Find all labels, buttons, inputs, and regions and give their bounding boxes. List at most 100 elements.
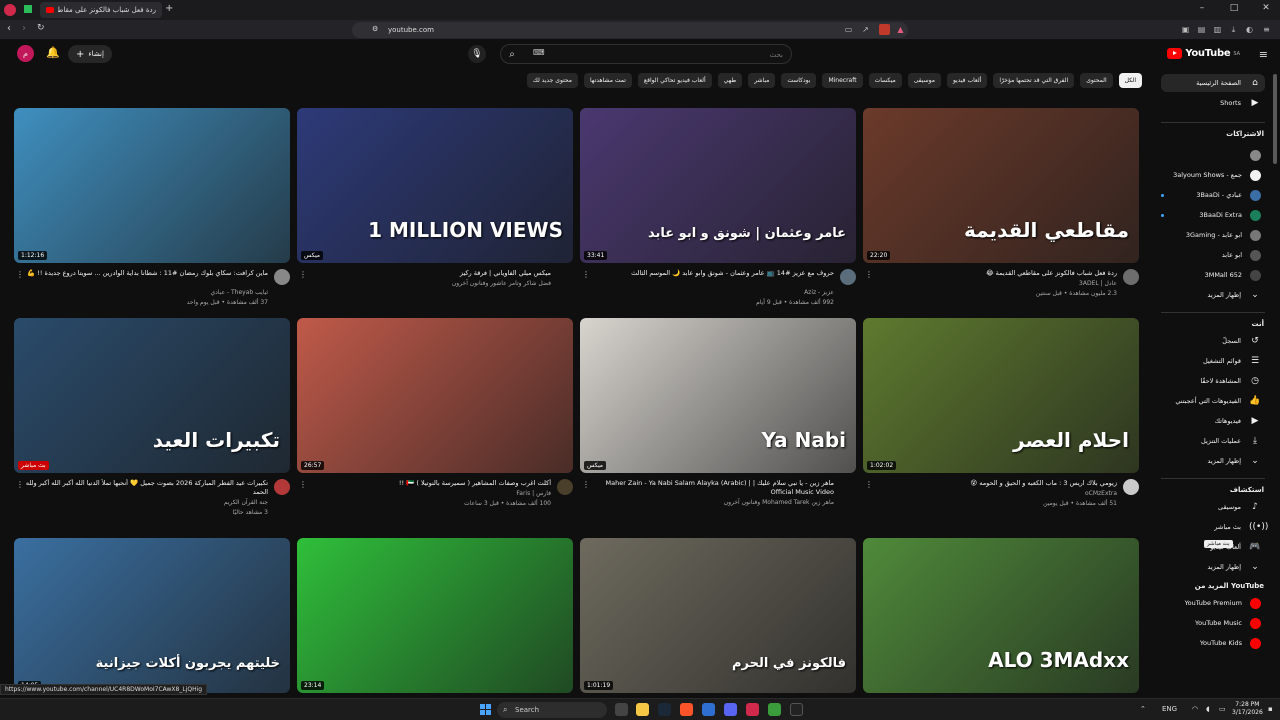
more-item-0[interactable]: YouTube Premium (1161, 594, 1265, 612)
video-thumbnail[interactable]: عامر وعثمان | شونق و ابو عابد 33:41 (580, 108, 856, 263)
chip-0[interactable]: الكل (1118, 73, 1142, 88)
video-title[interactable]: تكبيرات عيد الفطر المباركة 2026 بصوت جمي… (23, 479, 268, 497)
you-item-4[interactable]: ▶ فيديوهاتك (1161, 412, 1265, 430)
video-channel[interactable]: ماهر زين Mohamed Tarek وفنانون آخرون (589, 499, 834, 506)
address-bar[interactable]: ⚙ youtube.com (352, 22, 908, 38)
chip-2[interactable]: الفرق التي قد تحتمها مؤخرًا (993, 73, 1075, 88)
video-thumbnail[interactable]: خليتهم يجربون أكلات جيزانية14:05 (14, 538, 290, 693)
video-channel[interactable]: فضل شاكر وتامر عاشور وفنانون آخرون (306, 280, 551, 287)
channel-avatar[interactable] (1123, 269, 1139, 285)
menu-hamburger-icon[interactable]: ≡ (1259, 48, 1268, 61)
subscription-item-3[interactable]: 3BaaDi Extra (1161, 206, 1265, 224)
wallet-icon[interactable]: ▣ (1180, 24, 1191, 35)
video-title[interactable]: حروف مع عزيز #14 📺 عامر وعثمان - شونق وا… (589, 269, 834, 278)
extensions-icon[interactable]: ▥ (1212, 24, 1223, 35)
youtube-logo[interactable]: YouTube SA (1167, 48, 1240, 59)
new-tab-button[interactable]: + (165, 3, 173, 14)
battery-icon[interactable]: ▭ (1219, 705, 1226, 713)
scrollbar-thumb[interactable] (1273, 74, 1277, 164)
more-item-1[interactable]: YouTube Music (1161, 614, 1265, 632)
chip-12[interactable]: محتوى جديد لك (526, 73, 578, 88)
video-thumbnail[interactable]: 26:57 (297, 318, 573, 473)
app-icon[interactable] (790, 703, 803, 716)
video-channel[interactable]: جنة القرآن الكريم (23, 499, 268, 506)
chip-5[interactable]: ميكسات (868, 73, 902, 88)
explore-item-1[interactable]: ((•)) بث مباشر (1161, 518, 1268, 536)
video-title[interactable]: أكلت اغرب وصفات المشاهير ( سميرسة بالنوت… (306, 479, 551, 488)
aria-icon[interactable]: ▲ (895, 24, 906, 35)
you-heading[interactable]: أنت (1252, 320, 1264, 328)
notifications-bell-icon[interactable]: 🔔 (46, 46, 60, 59)
search-button[interactable]: ⌕ (500, 44, 524, 64)
video-title[interactable]: ماهر زين - يا نبي سلام عليك | Maher Zain… (589, 479, 834, 497)
you-item-3[interactable]: 👍 الفيديوهات التي أعجبتني (1161, 392, 1265, 410)
chip-11[interactable]: تمت مشاهدتها (583, 73, 632, 88)
wifi-icon[interactable]: ◠ (1192, 705, 1198, 713)
tray-chevron-icon[interactable]: ⌃ (1140, 705, 1146, 713)
chip-3[interactable]: ألعاب فيديو (946, 73, 988, 88)
more-options-icon[interactable]: ⋮ (299, 270, 307, 279)
video-thumbnail[interactable]: Ya Nabi ميكس (580, 318, 856, 473)
more-options-icon[interactable]: ⋮ (16, 270, 24, 279)
windows-start-icon[interactable] (480, 704, 491, 715)
chip-1[interactable]: المحتوى (1080, 73, 1113, 88)
sidebar-item-1[interactable]: ▶ Shorts (1161, 94, 1265, 112)
video-title[interactable]: ردة فعل شباب فالكونز على مقاطعي القديمة … (872, 269, 1117, 278)
chip-6[interactable]: Minecraft (822, 73, 863, 88)
chip-4[interactable]: موسيقى (907, 73, 941, 88)
sidebar-icon[interactable]: ▤ (1196, 24, 1207, 35)
subscription-item-4[interactable]: 3Gaming - ابو عابد (1161, 226, 1265, 244)
taskbar-search[interactable]: ⌕ Search (497, 702, 607, 718)
menu-icon[interactable]: ≡ (1261, 24, 1272, 35)
video-title[interactable]: ماين كرافت: سكاي بلوك رمضان #11 : شطانا … (23, 269, 268, 278)
avatar[interactable]: م (17, 45, 34, 62)
video-thumbnail[interactable]: ALO 3MAdxx (863, 538, 1139, 693)
search-input[interactable] (543, 49, 783, 61)
more-options-icon[interactable]: ⋮ (865, 480, 873, 489)
profile-icon[interactable]: ◐ (1244, 24, 1255, 35)
you-item-2[interactable]: ◷ المشاهدة لاحقًا (1161, 372, 1265, 390)
chip-10[interactable]: ألعاب فيديو تحاكي الواقع (637, 73, 712, 88)
you-show-more[interactable]: ⌄ إظهار المزيد (1161, 452, 1265, 470)
shield-icon[interactable] (879, 24, 890, 35)
channel-avatar[interactable] (274, 479, 290, 495)
more-options-icon[interactable]: ⋮ (582, 480, 590, 489)
subscription-item-2[interactable]: 3BaaDi - عبادي (1161, 186, 1265, 204)
video-channel[interactable]: فارس | Faris (306, 490, 551, 497)
channel-avatar[interactable] (274, 269, 290, 285)
opera-icon[interactable] (746, 703, 759, 716)
video-thumbnail[interactable]: 1 MILLION VIEWS ميكس (297, 108, 573, 263)
explore-show-more[interactable]: ⌄ إظهار المزيد (1161, 558, 1265, 576)
video-channel[interactable]: عزيز - Aziz (589, 289, 834, 296)
tab-youtube[interactable]: ردة فعل شباب فالكونز على مقاطعي ا (40, 2, 162, 18)
cast-icon[interactable]: ▭ (843, 24, 854, 35)
create-button[interactable]: + إنشاء (68, 45, 112, 63)
channel-avatar[interactable] (557, 479, 573, 495)
forward-icon[interactable]: › (22, 23, 26, 34)
video-title[interactable]: زيومي بلاك اريس 3 : ماب الكعبه و الحيق و… (872, 479, 1117, 488)
extension-icon[interactable] (24, 5, 32, 13)
more-options-icon[interactable]: ⋮ (16, 480, 24, 489)
you-item-1[interactable]: ☰ قوائم التشغيل (1161, 352, 1265, 370)
video-thumbnail[interactable]: 23:14 (297, 538, 573, 693)
maximize-button[interactable]: □ (1224, 3, 1244, 13)
back-icon[interactable]: ‹ (7, 23, 11, 34)
explore-item-0[interactable]: ♪ موسيقى (1161, 498, 1265, 516)
subscription-item-5[interactable]: ابو عابد (1161, 246, 1265, 264)
brave-icon[interactable] (680, 703, 693, 716)
share-icon[interactable]: ↗ (860, 24, 871, 35)
more-item-2[interactable]: YouTube Kids (1161, 634, 1265, 652)
video-thumbnail[interactable]: تكبيرات العيد بث مباشر (14, 318, 290, 473)
close-window-button[interactable]: ✕ (1256, 3, 1276, 13)
video-thumbnail[interactable]: 1:12:16 (14, 108, 290, 263)
subscription-item-6[interactable]: 3MMall 652 (1161, 266, 1265, 284)
chip-8[interactable]: مباشر (748, 73, 776, 88)
subscriptions-show-more[interactable]: ⌄ إظهار المزيد (1161, 286, 1265, 304)
more-options-icon[interactable]: ⋮ (582, 270, 590, 279)
channel-avatar[interactable] (840, 269, 856, 285)
edge-icon[interactable] (702, 703, 715, 716)
reload-icon[interactable]: ↻ (37, 23, 45, 33)
channel-avatar[interactable] (1123, 479, 1139, 495)
clock[interactable]: 7:28 PM 3/17/2026 (1232, 701, 1263, 717)
video-channel[interactable]: عادل | 3ADEL (872, 280, 1117, 287)
